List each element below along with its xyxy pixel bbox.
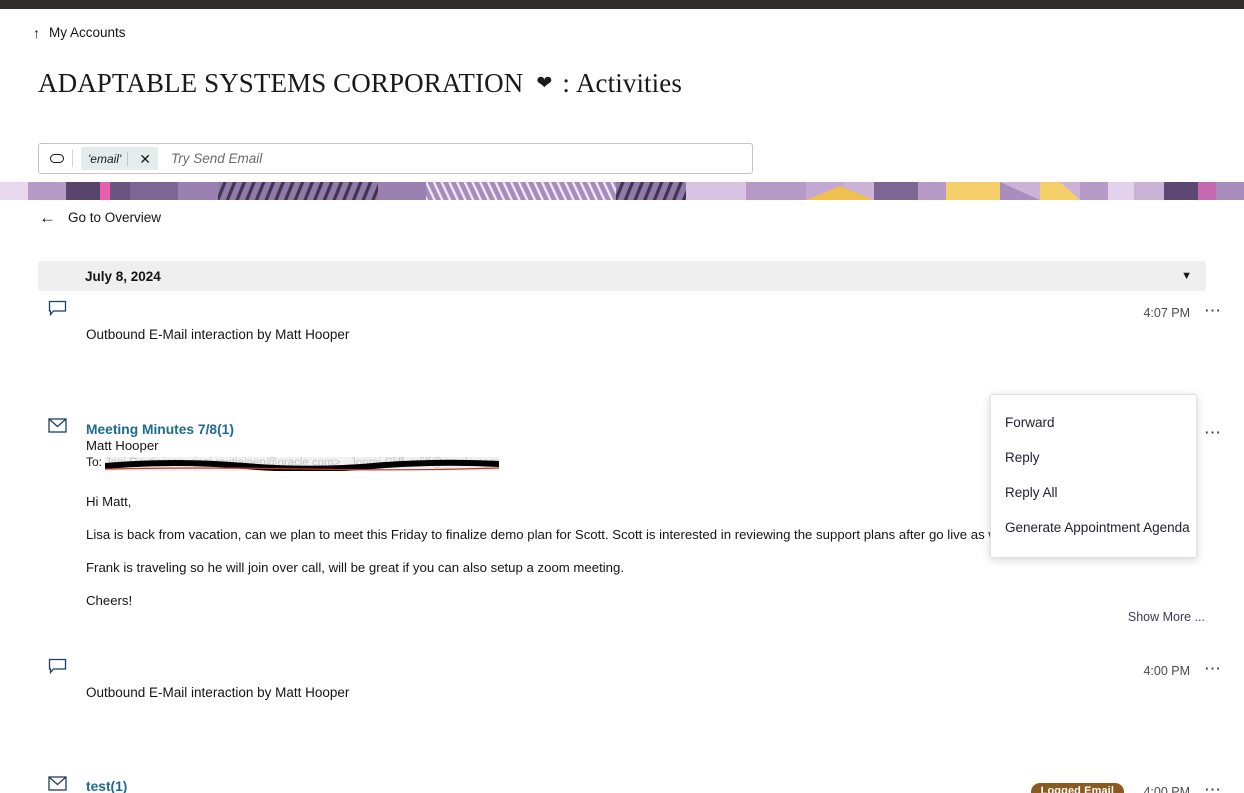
email-block: test(1) Matt Hooper To: Jani Rautiainen … [86,779,1086,793]
redacted-recipients: Jani Rautiainen <jani.rautiainen@oracle.… [105,457,500,471]
capsule-icon [50,154,64,163]
activity-text-block: Outbound E-Mail interaction by Matt Hoop… [86,326,349,344]
activity-time: 4:07 PM [1143,306,1190,321]
back-link-label[interactable]: Go to Overview [68,210,161,225]
email-paragraph: Cheers! [86,593,133,609]
menu-item-reply[interactable]: Reply [991,440,1196,475]
envelope-icon [48,776,68,793]
email-paragraph: Hi Matt, [86,494,132,509]
close-icon[interactable]: ✕ [134,152,156,166]
chip-label: 'email' [88,151,122,166]
page-section: Activities [575,68,682,98]
email-recipients: To: Jani Rautiainen <jani.rautiainen@ora… [86,455,1086,471]
breadcrumb[interactable]: ↑ My Accounts [33,25,126,40]
activity-meta: 4:07 PM ⋯ [1138,302,1222,321]
comment-icon [48,658,68,678]
date-group-header[interactable]: July 8, 2024 ▼ [38,261,1206,291]
ellipsis-icon[interactable]: ⋯ [1204,781,1222,793]
activity-meta: Logged Email 4:00 PM ⋯ [1030,781,1222,793]
go-to-overview-link[interactable]: ← Go to Overview [39,209,161,226]
comment-icon [48,300,68,320]
email-subject[interactable]: test(1) [86,779,1086,793]
menu-item-generate-appointment-agenda[interactable]: Generate Appointment Agenda [991,510,1196,545]
context-menu: Forward Reply Reply All Generate Appoint… [990,394,1197,558]
chevron-down-icon[interactable]: ▼ [1181,270,1192,282]
page-title: ADAPTABLE SYSTEMS CORPORATION ❤ : Activi… [38,68,682,99]
top-bar [0,0,1244,9]
menu-item-reply-all[interactable]: Reply All [991,475,1196,510]
email-sender: Matt Hooper [86,438,159,453]
date-group-label: July 8, 2024 [85,268,161,284]
activity-row-interaction: Outbound E-Mail interaction by Matt Hoop… [0,296,1244,354]
heart-icon[interactable]: ❤ [536,74,552,93]
activity-row-email: test(1) Matt Hooper To: Jani Rautiainen … [0,712,1244,793]
activity-time: 4:00 PM [1143,664,1190,679]
interaction-text: Outbound E-Mail interaction by Matt Hoop… [86,685,350,700]
ellipsis-icon[interactable]: ⋯ [1204,302,1222,320]
page-root: ↑ My Accounts ADAPTABLE SYSTEMS CORPORAT… [0,0,1244,793]
interaction-text: Outbound E-Mail interaction by Matt Hoop… [86,327,350,342]
email-subject[interactable]: Meeting Minutes 7/8(1) [86,422,1086,437]
email-block: Meeting Minutes 7/8(1) Matt Hooper To: J… [86,422,1086,611]
envelope-icon [48,418,68,438]
search-input[interactable] [169,144,752,173]
ellipsis-icon[interactable]: ⋯ [1204,660,1222,678]
search-bar[interactable]: 'email' ✕ [38,143,753,174]
account-name: ADAPTABLE SYSTEMS CORPORATION [38,68,524,98]
ellipsis-icon[interactable]: ⋯ [1204,424,1222,442]
activity-meta: 4:00 PM ⋯ [1138,660,1222,679]
menu-item-forward[interactable]: Forward [991,405,1196,440]
decorative-banner [0,182,1244,200]
status-badge: Logged Email [1030,783,1124,793]
to-label: To: [86,455,103,469]
breadcrumb-label[interactable]: My Accounts [49,25,126,40]
arrow-left-icon: ← [39,208,56,227]
email-paragraph: Lisa is back from vacation, can we plan … [86,527,1006,543]
up-arrow-icon: ↑ [33,24,40,41]
search-filter-chip[interactable]: 'email' ✕ [81,147,158,170]
activity-text-block: Outbound E-Mail interaction by Matt Hoop… [86,684,349,702]
divider [127,151,129,166]
divider [72,150,73,167]
show-more-link[interactable]: Show More ... [1128,610,1205,624]
activity-time: 4:00 PM [1143,785,1190,793]
title-separator: : [562,68,570,98]
activity-row-interaction: Outbound E-Mail interaction by Matt Hoop… [0,654,1244,712]
email-paragraph: Frank is traveling so he will join over … [86,560,625,576]
